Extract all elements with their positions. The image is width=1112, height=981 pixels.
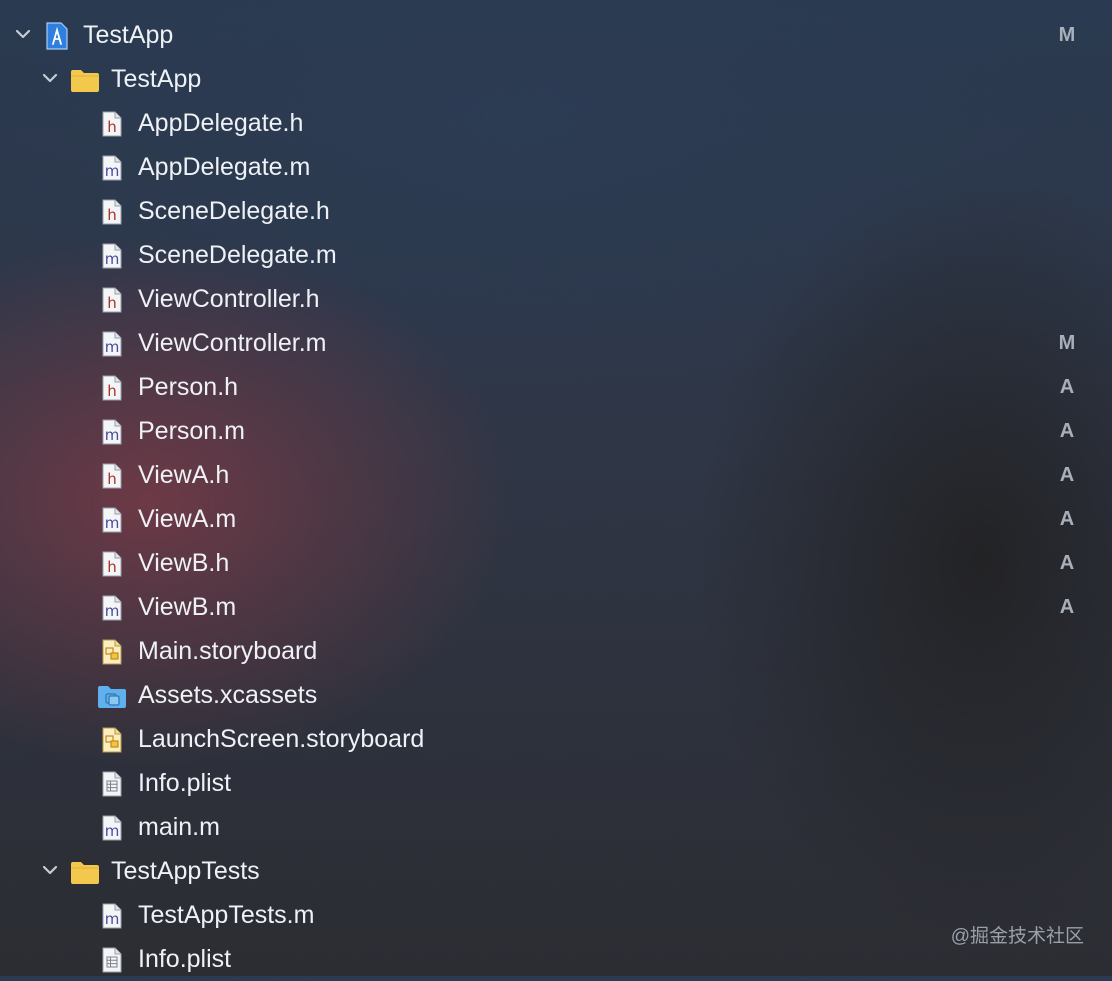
disclosure-chevron-icon[interactable]: [41, 861, 59, 879]
file-name: SceneDelegate.h: [138, 197, 330, 225]
source-control-status-badge: M: [1058, 24, 1076, 46]
asset-catalog-folder-icon: [97, 682, 126, 710]
file-row[interactable]: m main.m: [0, 805, 1112, 849]
h-header-file-icon: h: [99, 198, 125, 226]
source-control-status-badge: A: [1059, 596, 1075, 618]
m-source-file-icon: m: [99, 330, 125, 358]
svg-text:h: h: [107, 558, 117, 576]
file-row[interactable]: Main.storyboard: [0, 629, 1112, 673]
file-name: ViewA.m: [138, 505, 237, 533]
h-header-file-icon: h: [99, 286, 125, 314]
source-control-status-badge: M: [1058, 332, 1076, 354]
file-row[interactable]: h Person.h A: [0, 365, 1112, 409]
file-name: Assets.xcassets: [138, 681, 318, 709]
file-name: Info.plist: [138, 769, 232, 797]
folder-icon: [70, 858, 99, 886]
file-name: AppDelegate.h: [138, 109, 304, 137]
file-row[interactable]: Assets.xcassets: [0, 673, 1112, 717]
plist-file-icon: [99, 946, 125, 974]
file-name: Person.h: [138, 373, 239, 401]
file-row[interactable]: h AppDelegate.h: [0, 101, 1112, 145]
file-row[interactable]: m Person.m A: [0, 409, 1112, 453]
file-row[interactable]: m SceneDelegate.m: [0, 233, 1112, 277]
file-name: Info.plist: [138, 945, 232, 973]
h-header-file-icon: h: [99, 374, 125, 402]
file-row[interactable]: m ViewB.m A: [0, 585, 1112, 629]
file-name: ViewB.h: [138, 549, 230, 577]
project-name: TestApp: [83, 21, 174, 49]
file-row[interactable]: h ViewController.h: [0, 277, 1112, 321]
file-row[interactable]: Info.plist: [0, 937, 1112, 981]
file-row[interactable]: h SceneDelegate.h: [0, 189, 1112, 233]
h-header-file-icon: h: [99, 550, 125, 578]
file-name: ViewController.m: [138, 329, 327, 357]
file-name: ViewB.m: [138, 593, 237, 621]
group-name: TestApp: [111, 65, 202, 93]
xcode-project-icon: [44, 22, 70, 50]
svg-text:h: h: [107, 206, 117, 224]
m-source-file-icon: m: [99, 154, 125, 182]
source-control-status-badge: A: [1059, 552, 1075, 574]
file-row[interactable]: h ViewB.h A: [0, 541, 1112, 585]
group-row[interactable]: TestAppTests: [0, 849, 1112, 893]
file-row[interactable]: m ViewController.m M: [0, 321, 1112, 365]
project-row[interactable]: TestApp M: [0, 13, 1112, 57]
file-row[interactable]: h ViewA.h A: [0, 453, 1112, 497]
svg-text:m: m: [105, 338, 120, 356]
file-row[interactable]: m AppDelegate.m: [0, 145, 1112, 189]
project-navigator: TestApp M TestApp h AppDelegate.h m AppDelegat…: [0, 13, 1112, 981]
svg-text:m: m: [105, 822, 120, 840]
svg-text:m: m: [105, 514, 120, 532]
svg-text:h: h: [107, 382, 117, 400]
disclosure-chevron-icon[interactable]: [14, 25, 32, 43]
svg-text:m: m: [105, 162, 120, 180]
file-name: ViewA.h: [138, 461, 230, 489]
m-source-file-icon: m: [99, 242, 125, 270]
m-source-file-icon: m: [99, 902, 125, 930]
svg-text:m: m: [105, 602, 120, 620]
source-control-status-badge: A: [1059, 376, 1075, 398]
file-row[interactable]: LaunchScreen.storyboard: [0, 717, 1112, 761]
file-row[interactable]: m ViewA.m A: [0, 497, 1112, 541]
file-name: LaunchScreen.storyboard: [138, 725, 425, 753]
file-name: ViewController.h: [138, 285, 320, 313]
m-source-file-icon: m: [99, 506, 125, 534]
file-name: main.m: [138, 813, 220, 841]
m-source-file-icon: m: [99, 814, 125, 842]
source-control-status-badge: A: [1059, 508, 1075, 530]
group-name: TestAppTests: [111, 857, 260, 885]
file-row[interactable]: m TestAppTests.m: [0, 893, 1112, 937]
svg-text:h: h: [107, 294, 117, 312]
file-name: SceneDelegate.m: [138, 241, 337, 269]
file-name: Main.storyboard: [138, 637, 318, 665]
svg-text:m: m: [105, 250, 120, 268]
source-control-status-badge: A: [1059, 420, 1075, 442]
h-header-file-icon: h: [99, 462, 125, 490]
svg-text:m: m: [105, 910, 120, 928]
group-row[interactable]: TestApp: [0, 57, 1112, 101]
file-name: TestAppTests.m: [138, 901, 315, 929]
file-row[interactable]: Info.plist: [0, 761, 1112, 805]
svg-text:m: m: [105, 426, 120, 444]
plist-file-icon: [99, 770, 125, 798]
svg-text:h: h: [107, 470, 117, 488]
h-header-file-icon: h: [99, 110, 125, 138]
svg-text:h: h: [107, 118, 117, 136]
m-source-file-icon: m: [99, 594, 125, 622]
storyboard-file-icon: [99, 638, 125, 666]
storyboard-file-icon: [99, 726, 125, 754]
folder-icon: [70, 66, 99, 94]
file-name: Person.m: [138, 417, 245, 445]
source-control-status-badge: A: [1059, 464, 1075, 486]
watermark: @掘金技术社区: [950, 926, 1084, 947]
m-source-file-icon: m: [99, 418, 125, 446]
disclosure-chevron-icon[interactable]: [41, 69, 59, 87]
file-name: AppDelegate.m: [138, 153, 311, 181]
